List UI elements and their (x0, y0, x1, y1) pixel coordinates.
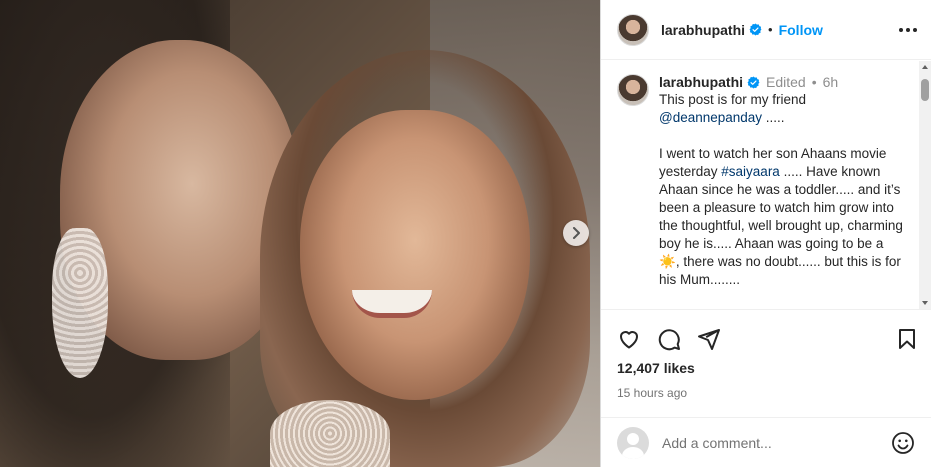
sun-emoji: ☀️ (659, 254, 676, 269)
hashtag-link[interactable]: #saiyaara (721, 164, 780, 179)
current-user-avatar (617, 426, 649, 459)
post-actions: 12,407 likes 15 hours ago (601, 309, 931, 429)
smiley-icon[interactable] (891, 431, 915, 455)
author-avatar[interactable] (617, 13, 649, 46)
header-separator: • (768, 22, 773, 37)
caption-body: larabhupathi Edited • 6h This post is fo… (659, 73, 905, 289)
scroll-up-arrow[interactable] (922, 65, 928, 69)
heart-icon[interactable] (617, 327, 641, 351)
caption-text: This post is for my friend @deannepanday… (659, 91, 905, 289)
paper-plane-icon[interactable] (697, 327, 721, 351)
comment-composer (601, 417, 931, 467)
photo-dress (270, 400, 390, 467)
post-time[interactable]: 6h (823, 73, 839, 91)
caption-avatar[interactable] (617, 74, 649, 106)
photo-earring (52, 228, 108, 378)
caption-text-part: This post is for my friend (659, 92, 807, 107)
post-photo[interactable] (0, 0, 600, 467)
action-icons (601, 310, 931, 356)
more-options-icon[interactable] (899, 27, 917, 32)
mention-link[interactable]: @deannepanday (659, 110, 762, 125)
caption-meta: larabhupathi Edited • 6h (659, 73, 905, 91)
post-timestamp[interactable]: 15 hours ago (601, 376, 931, 400)
comment-input[interactable] (662, 434, 882, 451)
caption-text-part: , there was no doubt...... but this is f… (659, 254, 905, 287)
chevron-right-icon (573, 227, 580, 239)
post-header: larabhupathi • Follow (601, 0, 931, 60)
scrollbar-thumb[interactable] (921, 79, 929, 101)
edited-label: Edited (766, 74, 806, 90)
caption-username[interactable]: larabhupathi (659, 73, 743, 91)
follow-button[interactable]: Follow (779, 22, 823, 38)
caption-area[interactable]: larabhupathi Edited • 6h This post is fo… (601, 61, 931, 309)
verified-badge-icon (747, 76, 760, 89)
caption-scrollbar[interactable] (919, 61, 931, 309)
scroll-down-arrow[interactable] (922, 301, 928, 305)
author-username[interactable]: larabhupathi (661, 22, 745, 38)
post-side-panel: larabhupathi • Follow larabhupathi Edite… (600, 0, 931, 467)
photo-face-right (300, 110, 530, 400)
meta-separator: • (811, 74, 817, 90)
verified-badge-icon (749, 23, 762, 36)
likes-count[interactable]: 12,407 likes (601, 356, 931, 376)
bookmark-icon[interactable] (895, 327, 919, 351)
caption: larabhupathi Edited • 6h This post is fo… (601, 61, 931, 289)
comment-bubble-icon[interactable] (657, 327, 681, 351)
next-photo-button[interactable] (563, 220, 589, 246)
